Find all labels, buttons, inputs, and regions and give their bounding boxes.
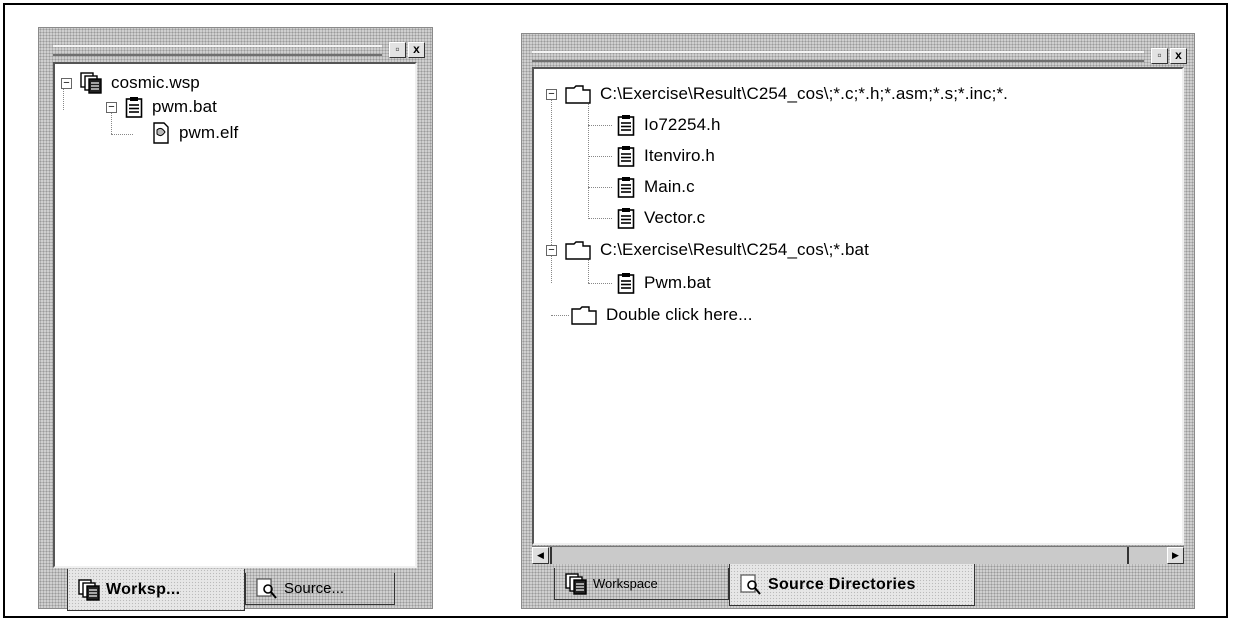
tree-node-label: Vector.c xyxy=(644,208,706,227)
scroll-left-button[interactable]: ◀ xyxy=(532,547,549,564)
source-search-icon xyxy=(740,574,762,596)
scroll-thumb-edge xyxy=(1127,547,1129,564)
restore-button[interactable]: ▫ xyxy=(389,42,406,58)
restore-button[interactable]: ▫ xyxy=(1151,48,1168,64)
tree-connector xyxy=(588,187,612,188)
tree-node-file[interactable]: Vector.c xyxy=(617,207,705,229)
clipboard-file-icon xyxy=(617,207,635,229)
tab-source-directories[interactable]: Source Directories xyxy=(729,564,975,606)
tab-workspace[interactable]: Workspace xyxy=(554,568,729,600)
tree-node-label: Double click here... xyxy=(606,305,753,324)
tab-label: Source... xyxy=(284,580,345,597)
tab-label: Source Directories xyxy=(768,575,916,593)
tree-connector xyxy=(111,134,133,135)
source-directories-panel: ▫ x − C:\Exercise\Result\C254_cos\;*.c;*… xyxy=(521,33,1195,609)
collapse-toggle[interactable]: − xyxy=(546,88,557,100)
tree-connector xyxy=(588,156,612,157)
tree-connector xyxy=(551,315,569,316)
tree-node-add-directory[interactable]: Double click here... xyxy=(571,304,753,326)
tree-node-file[interactable]: Itenviro.h xyxy=(617,145,715,167)
tree-connector xyxy=(588,283,612,284)
tree-connector xyxy=(588,218,612,219)
close-button[interactable]: x xyxy=(1170,48,1187,64)
collapse-toggle[interactable]: − xyxy=(546,244,557,256)
clipboard-file-icon xyxy=(617,145,635,167)
workspace-icon xyxy=(78,579,100,601)
scroll-thumb-edge xyxy=(550,547,552,564)
panel-tab-strip: Workspace Source Directories xyxy=(532,564,1184,608)
tree-node-label: Io72254.h xyxy=(644,115,721,134)
panel-titlebar[interactable]: ▫ x xyxy=(51,42,426,60)
tree-node-source-dir-2[interactable]: − C:\Exercise\Result\C254_cos\;*.bat xyxy=(546,239,869,261)
collapse-toggle[interactable]: − xyxy=(61,77,72,89)
tab-label: Worksp... xyxy=(106,580,181,598)
tree-node-label: Itenviro.h xyxy=(644,146,715,165)
workspace-tree-view[interactable]: − cosmic.wsp − pwm.bat pwm.elf xyxy=(53,62,417,568)
clipboard-file-icon xyxy=(617,272,635,294)
tree-node-file[interactable]: Main.c xyxy=(617,176,695,198)
tree-node-pwm-elf[interactable]: pwm.elf xyxy=(152,122,238,144)
tree-node-pwm-bat[interactable]: − pwm.bat xyxy=(106,96,217,118)
folder-icon xyxy=(571,305,597,325)
tree-node-label: Pwm.bat xyxy=(644,273,711,292)
tab-workspace[interactable]: Worksp... xyxy=(67,569,245,611)
source-search-icon xyxy=(256,578,278,600)
panel-titlebar[interactable]: ▫ x xyxy=(530,48,1188,66)
figure-frame: ▫ x − cosmic.wsp − pwm.bat pwm.elf Works… xyxy=(3,3,1228,618)
workspace-icon xyxy=(565,573,587,595)
tree-connector xyxy=(588,125,612,126)
tree-node-label: C:\Exercise\Result\C254_cos\;*.bat xyxy=(600,240,869,259)
workspace-icon xyxy=(80,72,102,94)
tab-source[interactable]: Source... xyxy=(245,573,395,605)
drag-grip[interactable] xyxy=(532,51,1144,62)
collapse-toggle[interactable]: − xyxy=(106,101,117,113)
tree-node-label: pwm.bat xyxy=(152,97,217,116)
tree-node-label: pwm.elf xyxy=(179,123,239,142)
clipboard-file-icon xyxy=(617,114,635,136)
tree-node-file[interactable]: Io72254.h xyxy=(617,114,721,136)
close-button[interactable]: x xyxy=(408,42,425,58)
tree-node-source-dir-1[interactable]: − C:\Exercise\Result\C254_cos\;*.c;*.h;*… xyxy=(546,83,1008,105)
drag-grip[interactable] xyxy=(53,45,382,56)
tree-node-label: C:\Exercise\Result\C254_cos\;*.c;*.h;*.a… xyxy=(600,84,1008,103)
tree-node-file[interactable]: Pwm.bat xyxy=(617,272,711,294)
workspace-panel: ▫ x − cosmic.wsp − pwm.bat pwm.elf Works… xyxy=(38,27,433,611)
tree-node-label: Main.c xyxy=(644,177,695,196)
tab-label: Workspace xyxy=(593,576,658,591)
horizontal-scrollbar[interactable]: ◀ ▶ xyxy=(532,546,1184,564)
tree-node-cosmic-wsp[interactable]: − cosmic.wsp xyxy=(61,72,200,94)
panel-tab-strip: Worksp... Source... xyxy=(53,569,417,613)
elf-file-icon xyxy=(152,122,170,144)
clipboard-file-icon xyxy=(617,176,635,198)
source-directories-tree-view[interactable]: − C:\Exercise\Result\C254_cos\;*.c;*.h;*… xyxy=(532,67,1184,545)
clipboard-file-icon xyxy=(125,96,143,118)
tree-node-label: cosmic.wsp xyxy=(111,73,200,92)
folder-icon xyxy=(565,240,591,260)
folder-icon xyxy=(565,84,591,104)
scroll-right-button[interactable]: ▶ xyxy=(1167,547,1184,564)
